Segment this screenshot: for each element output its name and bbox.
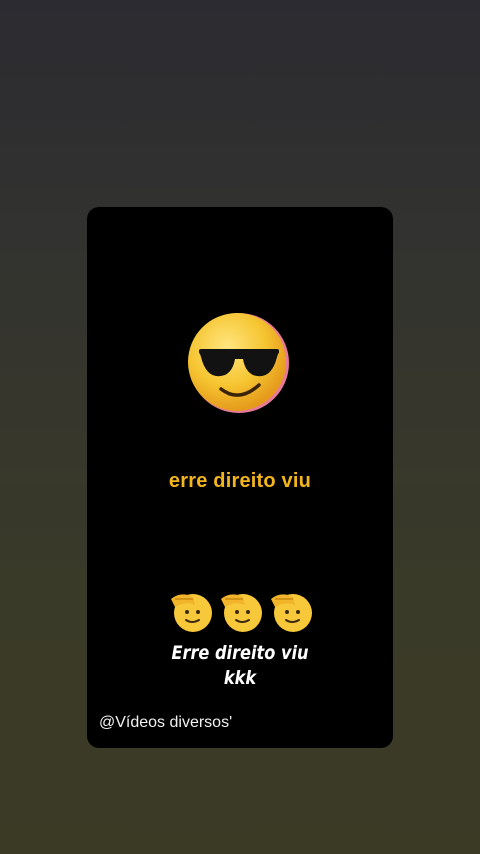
caption-bottom: Erre direito viu kkk (110, 641, 370, 691)
saluting-face-icon (171, 594, 212, 632)
caption-top: erre direito viu (168, 470, 312, 492)
caption-bottom-line1: Erre direito viu (171, 642, 309, 664)
caption-bottom-line2: kkk (223, 667, 257, 689)
story-viewer: { "story": { "emoji_main": "smiling-face… (0, 0, 480, 854)
saluting-face-icon (271, 594, 312, 632)
story-card[interactable]: erre direito viu Erre direito viu kkk @V… (87, 207, 393, 748)
salute-emoji-row (167, 587, 315, 635)
watermark-handle: @Vídeos diversos' (99, 714, 233, 731)
sunglasses-face-icon (187, 311, 291, 415)
saluting-face-icon (221, 594, 262, 632)
